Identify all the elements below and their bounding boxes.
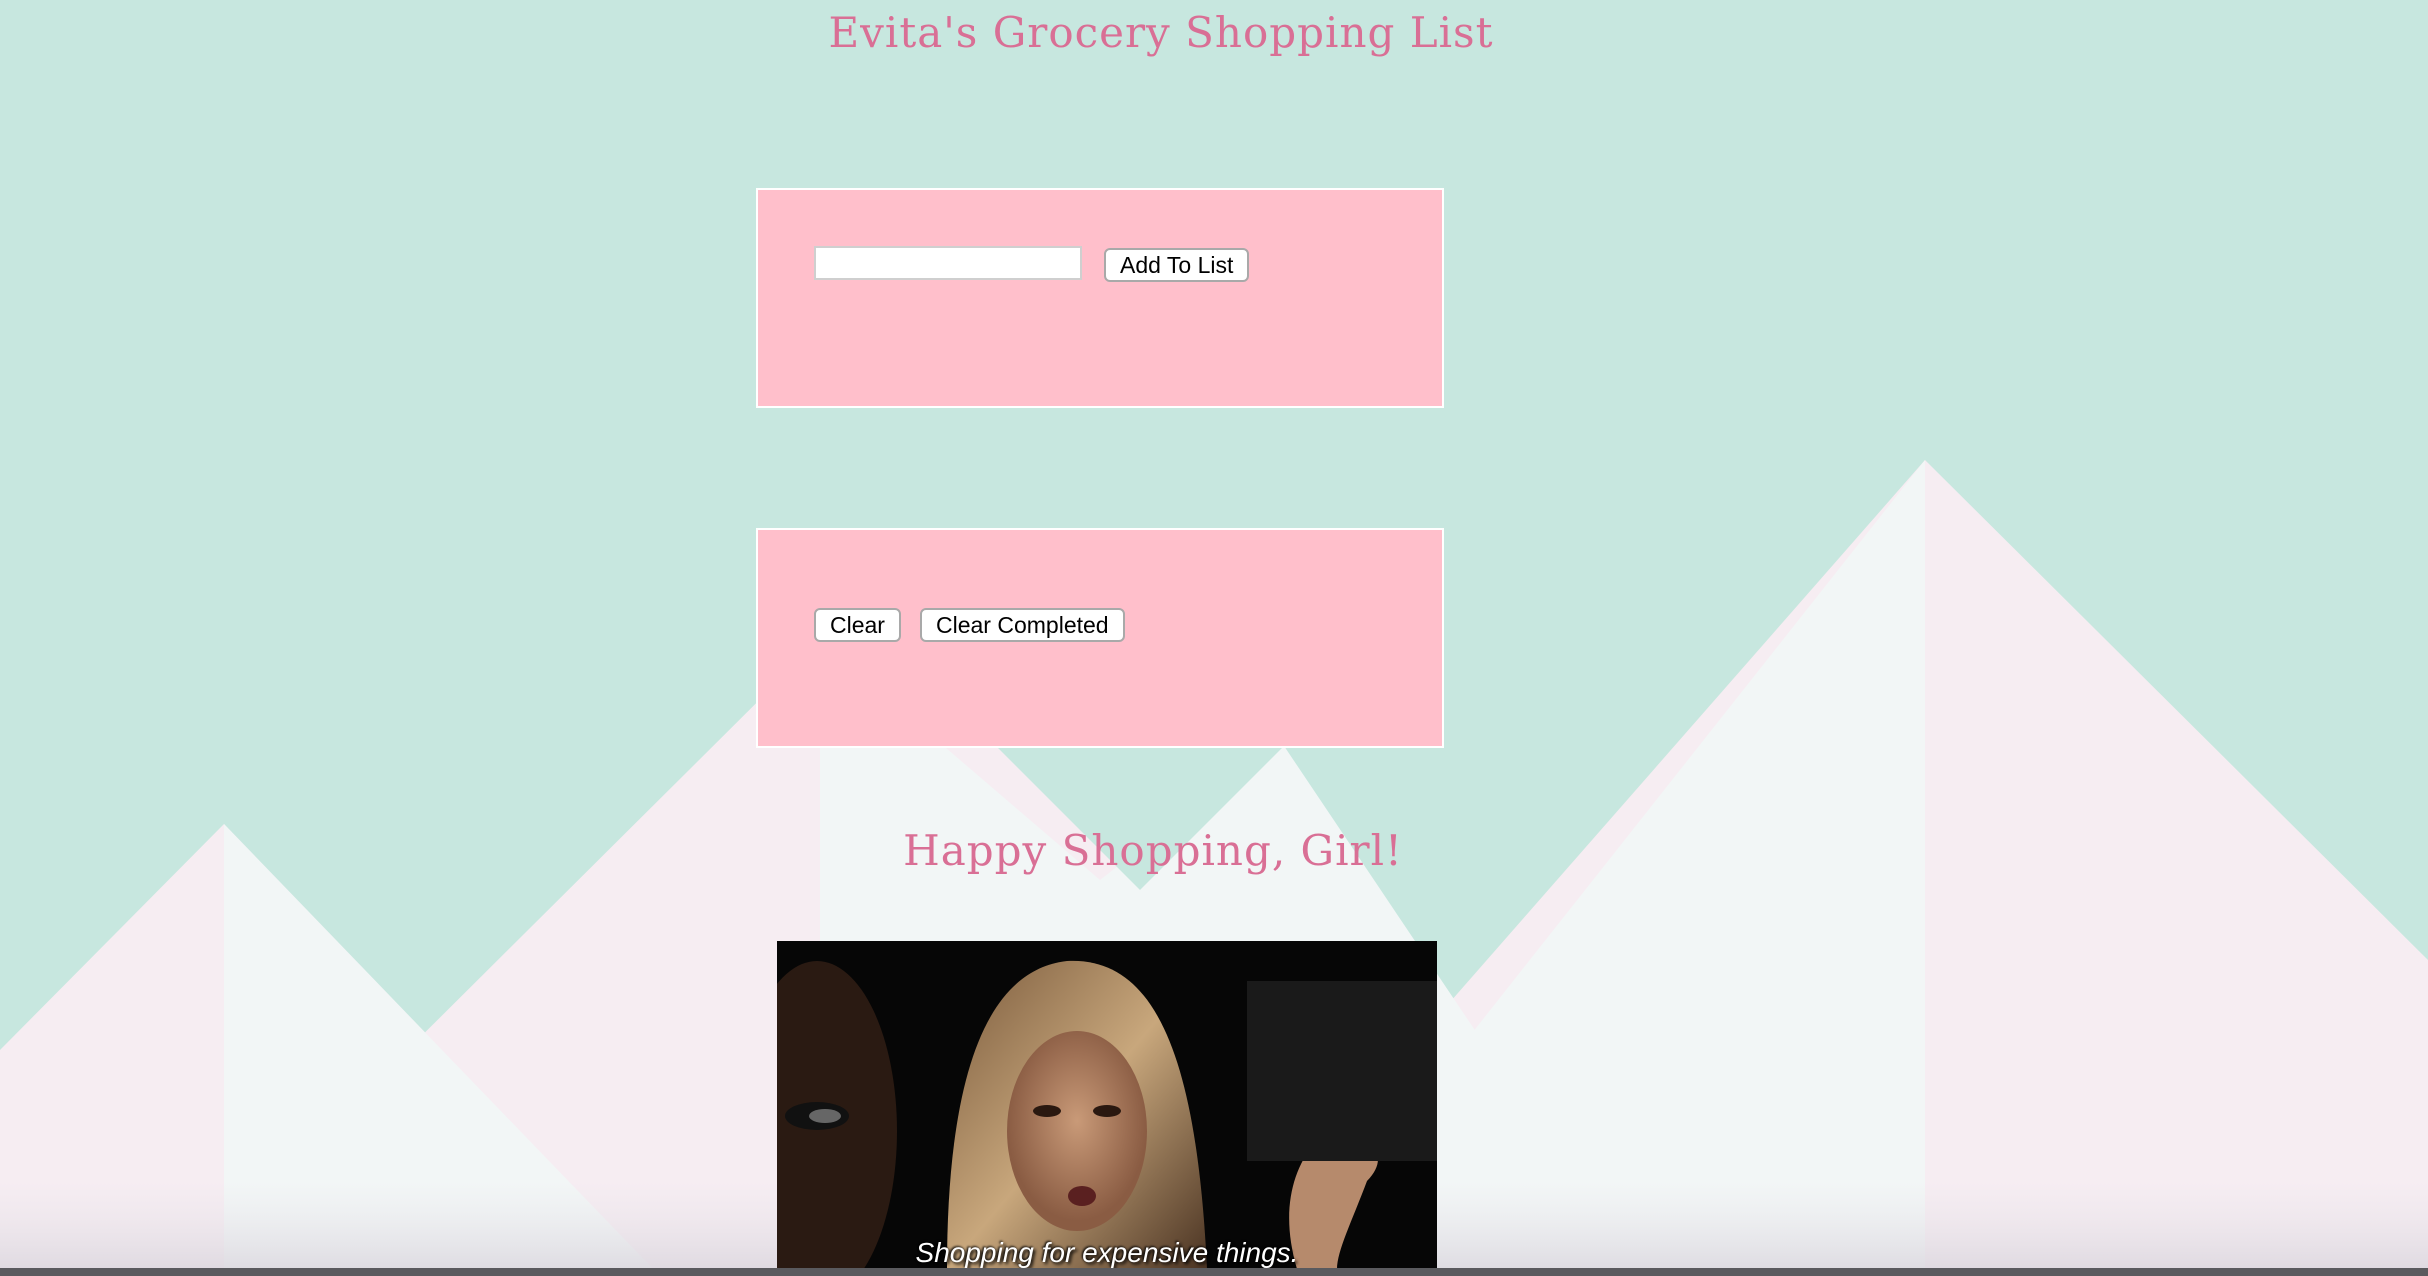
- list-panel: Clear Clear Completed: [756, 528, 1444, 748]
- grocery-item-input[interactable]: [814, 246, 1082, 280]
- clear-button[interactable]: Clear: [814, 608, 901, 642]
- bottom-edge-bar: [0, 1268, 2428, 1276]
- footer-message: Happy Shopping, Girl!: [903, 826, 1403, 875]
- add-item-panel: Add To List: [756, 188, 1444, 408]
- gif-image: [777, 941, 1437, 1269]
- clear-completed-button[interactable]: Clear Completed: [920, 608, 1125, 642]
- gif-caption: Shopping for expensive things.: [915, 1237, 1299, 1268]
- page-title: Evita's Grocery Shopping List: [828, 8, 1494, 57]
- shopping-gif: Shopping for expensive things.: [777, 941, 1437, 1269]
- add-to-list-button[interactable]: Add To List: [1104, 248, 1250, 282]
